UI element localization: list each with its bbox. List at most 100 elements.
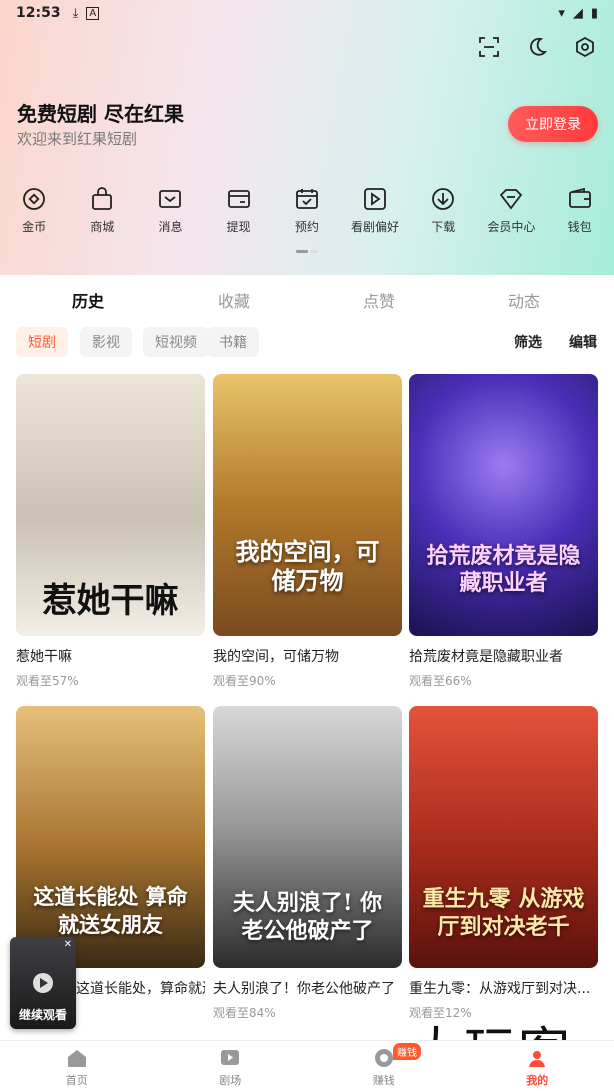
drama-poster: 惹她干嘛 [16,374,205,636]
drama-poster: 夫人别浪了! 你老公他破产了 [213,706,402,968]
chip-movies[interactable]: 影视 [80,327,132,357]
quick-item-label: 金币 [22,220,47,234]
continue-watching-card[interactable]: ✕ 继续观看 [10,937,76,1029]
play-icon [33,973,53,993]
quick-item-mall[interactable]: 商城 [68,186,136,235]
play-square-icon [364,188,386,210]
poster-title: 这道长能处 算命就送女朋友 [33,884,188,937]
welcome-title: 免费短剧 尽在红果 [17,102,184,126]
drama-card[interactable]: 夫人别浪了! 你老公他破产了 夫人别浪了！你老公他破产了 观看至84% [213,706,402,1021]
drama-progress: 观看至84% [213,1006,276,1020]
poster-title: 夫人别浪了! 你老公他破产了 [232,889,383,945]
shopping-bag-icon [92,187,113,210]
quick-item-coins[interactable]: 金币 [0,186,68,235]
drama-progress: 观看至90% [213,674,276,688]
pager-dot-active [296,250,308,253]
chip-short-videos[interactable]: 短视频 [143,327,209,357]
wallet-icon [568,187,591,208]
drama-title: 惹她干嘛 [16,649,72,665]
drama-card[interactable]: 重生九零 从游戏厅到对决老千 重生九零：从游戏厅到对决... 观看至12% [409,706,598,1021]
quick-item-messages[interactable]: 消息 [136,186,204,235]
battery-icon: ▮ [590,5,598,21]
poster-title: 惹她干嘛 [42,581,179,621]
nav-earn[interactable]: 赚钱 赚钱 [307,1041,461,1091]
tab-likes[interactable]: 点赞 [363,288,395,312]
quick-item-label: 提现 [226,220,251,234]
drama-progress: 观看至57% [16,674,79,688]
drama-poster: 拾荒废材竟是隐藏职业者 [409,374,598,636]
quick-item-withdraw[interactable]: 提现 [205,186,273,235]
continue-watching-label: 继续观看 [18,1008,67,1022]
drama-poster: 我的空间，可储万物 [213,374,402,636]
drama-poster: 重生九零 从游戏厅到对决老千 [409,706,598,968]
drama-progress: 观看至66% [409,674,472,688]
quick-item-download[interactable]: 下载 [409,186,477,235]
quick-menu: 金币 商城 消息 提现 预约 看剧偏好 下载 会员中心 钱包 [0,186,614,235]
status-bar: 12:53 ⤓ A ▾ ◢ ▮ [0,0,614,26]
poster-title: 我的空间，可储万物 [235,537,380,596]
login-button[interactable]: 立即登录 [508,106,598,142]
drama-title: 重生九零：从游戏厅到对决... [409,981,591,997]
poster-title: 拾荒废材竟是隐藏职业者 [426,543,581,596]
pager-dot [310,250,318,253]
quick-item-label: 商城 [90,220,115,234]
a-icon: A [86,6,100,20]
drama-poster: 这道长能处 算命就送女朋友 [16,706,205,968]
wallet-card-icon [227,190,250,208]
close-icon[interactable]: ✕ [64,939,72,950]
drama-title: 拾荒废材竟是隐藏职业者 [409,649,563,665]
pager-dots [296,250,318,253]
theater-icon [221,1050,240,1065]
settings-icon[interactable] [572,34,598,60]
nav-home[interactable]: 首页 [0,1041,154,1091]
coin-icon [23,188,45,210]
download-icon: ⤓ [72,5,79,21]
welcome-subtitle: 欢迎来到红果短剧 [17,130,138,148]
night-mode-icon[interactable] [524,34,550,60]
filter-button[interactable]: 筛选 [514,332,542,352]
drama-title: 夫人别浪了！你老公他破产了 [213,981,395,997]
quick-item-label: 消息 [158,220,183,234]
diamond-icon [500,189,523,210]
quick-item-label: 钱包 [567,220,592,234]
nav-label: 我的 [526,1074,549,1087]
chip-short-drama[interactable]: 短剧 [16,327,68,357]
drama-card[interactable]: 我的空间，可储万物 我的空间，可储万物 观看至90% [213,374,402,689]
tab-history[interactable]: 历史 [72,288,104,312]
earn-coin-icon [374,1049,393,1067]
earn-badge: 赚钱 [393,1043,421,1060]
chip-books[interactable]: 书籍 [207,327,259,357]
quick-item-preference[interactable]: 看剧偏好 [341,186,409,235]
drama-title: 我的空间，可储万物 [213,649,339,665]
bottom-nav: 首页 剧场 赚钱 赚钱 我的 [0,1040,614,1091]
drama-card[interactable]: 拾荒废材竟是隐藏职业者 拾荒废材竟是隐藏职业者 观看至66% [409,374,598,689]
signal-icon: ◢ [572,5,583,21]
poster-title: 重生九零 从游戏厅到对决老千 [422,885,585,941]
calendar-icon [295,189,318,209]
tab-favorites[interactable]: 收藏 [218,288,250,312]
tab-activity[interactable]: 动态 [508,288,540,312]
nav-theater[interactable]: 剧场 [154,1041,308,1091]
nav-label: 赚钱 [372,1074,395,1087]
message-icon [159,190,182,208]
quick-item-label: 会员中心 [487,220,536,234]
quick-item-label: 下载 [431,220,456,234]
nav-label: 剧场 [219,1074,242,1087]
scan-icon[interactable] [476,34,502,60]
home-icon [67,1050,86,1067]
status-time: 12:53 [16,5,61,21]
profile-icon [529,1051,546,1067]
quick-item-reserve[interactable]: 预约 [273,186,341,235]
wifi-icon: ▾ [558,5,565,21]
quick-item-wallet[interactable]: 钱包 [546,186,614,235]
edit-button[interactable]: 编辑 [569,332,597,352]
history-tabs: 历史 收藏 点赞 动态 [0,288,614,312]
drama-card[interactable]: 惹她干嘛 惹她干嘛 观看至57% [16,374,205,689]
download-circle-icon [432,188,455,210]
quick-item-label: 预约 [294,220,319,234]
nav-profile[interactable]: 我的 [461,1041,614,1091]
quick-item-vip[interactable]: 会员中心 [477,186,545,235]
filter-row: 短剧 影视 短视频 书籍 筛选 编辑 [16,327,598,357]
nav-label: 首页 [65,1074,88,1087]
quick-item-label: 看剧偏好 [351,220,400,234]
